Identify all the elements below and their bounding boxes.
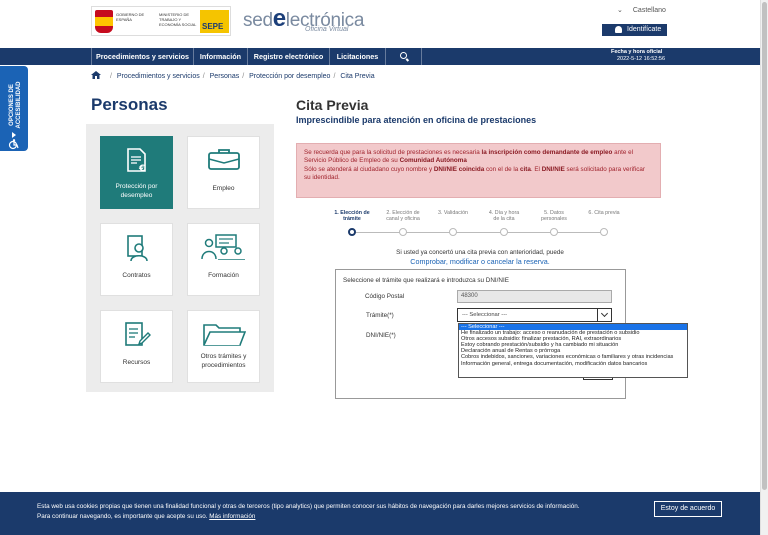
- language-selector[interactable]: ⌄ Castellano: [617, 6, 666, 14]
- coat-of-arms-icon: [95, 10, 113, 33]
- manage-reservation-link[interactable]: Comprobar, modificar o cancelar la reser…: [300, 257, 660, 266]
- step-6-dot: [600, 228, 608, 236]
- step-2-dot: [399, 228, 407, 236]
- sepe-logo: SEPE: [200, 10, 229, 33]
- tile-otros-tramites[interactable]: Otros trámites y procedimientos: [187, 310, 260, 383]
- breadcrumb-proteccion[interactable]: Protección por desempleo: [249, 73, 330, 80]
- briefcase-icon: [207, 149, 240, 170]
- tramite-options-list: --- Seleccionar --- He finalizado un tra…: [458, 323, 688, 378]
- nav-procedimientos[interactable]: Procedimientos y servicios: [91, 48, 194, 65]
- user-icon: [615, 26, 622, 33]
- folder-icon: [202, 324, 246, 346]
- step-4-dot: [500, 228, 508, 236]
- tile-empleo[interactable]: Empleo: [187, 136, 260, 209]
- search-icon: [400, 52, 407, 59]
- progress-steps: 1. Elección de trámite 2. Elección de cana…: [330, 210, 630, 240]
- chevron-down-icon: ⌄: [617, 7, 623, 14]
- notice-alert: Se recuerda que para la solicitud de pre…: [296, 143, 661, 198]
- chevron-right-icon: [12, 132, 16, 138]
- breadcrumb: / Procedimientos y servicios / Personas / …: [91, 70, 375, 80]
- tile-contratos[interactable]: Contratos: [100, 223, 173, 296]
- nav-registro[interactable]: Registro electrónico: [248, 48, 330, 65]
- contract-person-icon: [126, 235, 148, 262]
- dni-label: DNI/NIE(*): [366, 332, 396, 339]
- step-1-dot: [348, 228, 356, 236]
- gov-text: GOBIERNO DE ESPAÑA: [116, 12, 145, 22]
- option-cobros-indebidos[interactable]: Cobros indebidos, sanciones, variaciones…: [459, 354, 687, 360]
- breadcrumb-cita-previa: Cita Previa: [340, 73, 375, 80]
- wheelchair-icon: [8, 139, 19, 150]
- official-datetime: Fecha y hora oficial 2022-5-12 16:52:56: [611, 49, 666, 62]
- home-icon[interactable]: [91, 71, 101, 79]
- step-5-dot: [550, 228, 558, 236]
- tramite-select[interactable]: --- Seleccionar ---: [457, 308, 612, 322]
- step-4: 4. Día y hora de la cita: [482, 210, 526, 236]
- training-group-icon: [200, 234, 245, 260]
- nav-informacion[interactable]: Información: [194, 48, 248, 65]
- page-subtitle: Imprescindible para atención en oficina …: [296, 115, 537, 125]
- svg-text:€: €: [138, 164, 145, 173]
- cookie-banner: Esta web usa cookies propias que tienen …: [0, 492, 760, 535]
- page-scrollbar[interactable]: [760, 0, 768, 535]
- postal-code-label: Código Postal: [365, 293, 405, 300]
- tile-proteccion-desempleo[interactable]: € Protección por desempleo: [100, 136, 173, 209]
- tile-formacion[interactable]: Formación: [187, 223, 260, 296]
- step-6: 6. Cita previa: [582, 210, 626, 236]
- step-5: 5. Datos personales: [532, 210, 576, 236]
- postal-code-input[interactable]: 48300: [457, 290, 612, 303]
- chevron-down-icon: [597, 309, 611, 321]
- document-edit-icon: [124, 322, 151, 346]
- section-title: Personas: [91, 95, 168, 114]
- step-2: 2. Elección de canal y oficina: [381, 210, 425, 236]
- step-3-dot: [449, 228, 457, 236]
- personas-menu: € Protección por desempleo Empleo Contra…: [86, 124, 274, 392]
- ministry-text: MINISTERIO DE TRABAJO Y ECONOMÍA SOCIAL: [159, 12, 197, 27]
- page-title: Cita Previa: [296, 97, 369, 113]
- cookie-more-info-link[interactable]: Más información: [209, 513, 255, 520]
- steps-line: [351, 232, 606, 233]
- breadcrumb-procedimientos[interactable]: Procedimientos y servicios: [117, 73, 200, 80]
- previous-appointment-note: Si usted ya concertó una cita previa con…: [396, 249, 564, 256]
- site-subtitle: Oficina Virtual: [305, 26, 349, 33]
- scrollbar-thumb[interactable]: [762, 2, 767, 490]
- cookie-text: Esta web usa cookies propias que tienen …: [37, 503, 580, 520]
- tramite-label: Trámite(*): [366, 312, 394, 319]
- document-euro-icon: €: [126, 148, 146, 173]
- option-informacion-general[interactable]: Información general, entrega documentaci…: [459, 361, 687, 367]
- accessibility-options-tab[interactable]: OPCIONES DE ACCESIBILIDAD: [0, 66, 28, 151]
- identify-button[interactable]: Identifícate: [602, 24, 667, 36]
- cookie-accept-button[interactable]: Estoy de acuerdo: [654, 501, 722, 517]
- tile-recursos[interactable]: Recursos: [100, 310, 173, 383]
- gov-logo[interactable]: GOBIERNO DE ESPAÑA MINISTERIO DE TRABAJO…: [91, 6, 231, 36]
- step-1: 1. Elección de trámite: [330, 210, 374, 236]
- nav-licitaciones[interactable]: Licitaciones: [330, 48, 386, 65]
- step-3: 3. Validación: [431, 210, 475, 236]
- form-heading: Seleccione el trámite que realizará e in…: [343, 277, 509, 284]
- breadcrumb-personas[interactable]: Personas: [210, 73, 240, 80]
